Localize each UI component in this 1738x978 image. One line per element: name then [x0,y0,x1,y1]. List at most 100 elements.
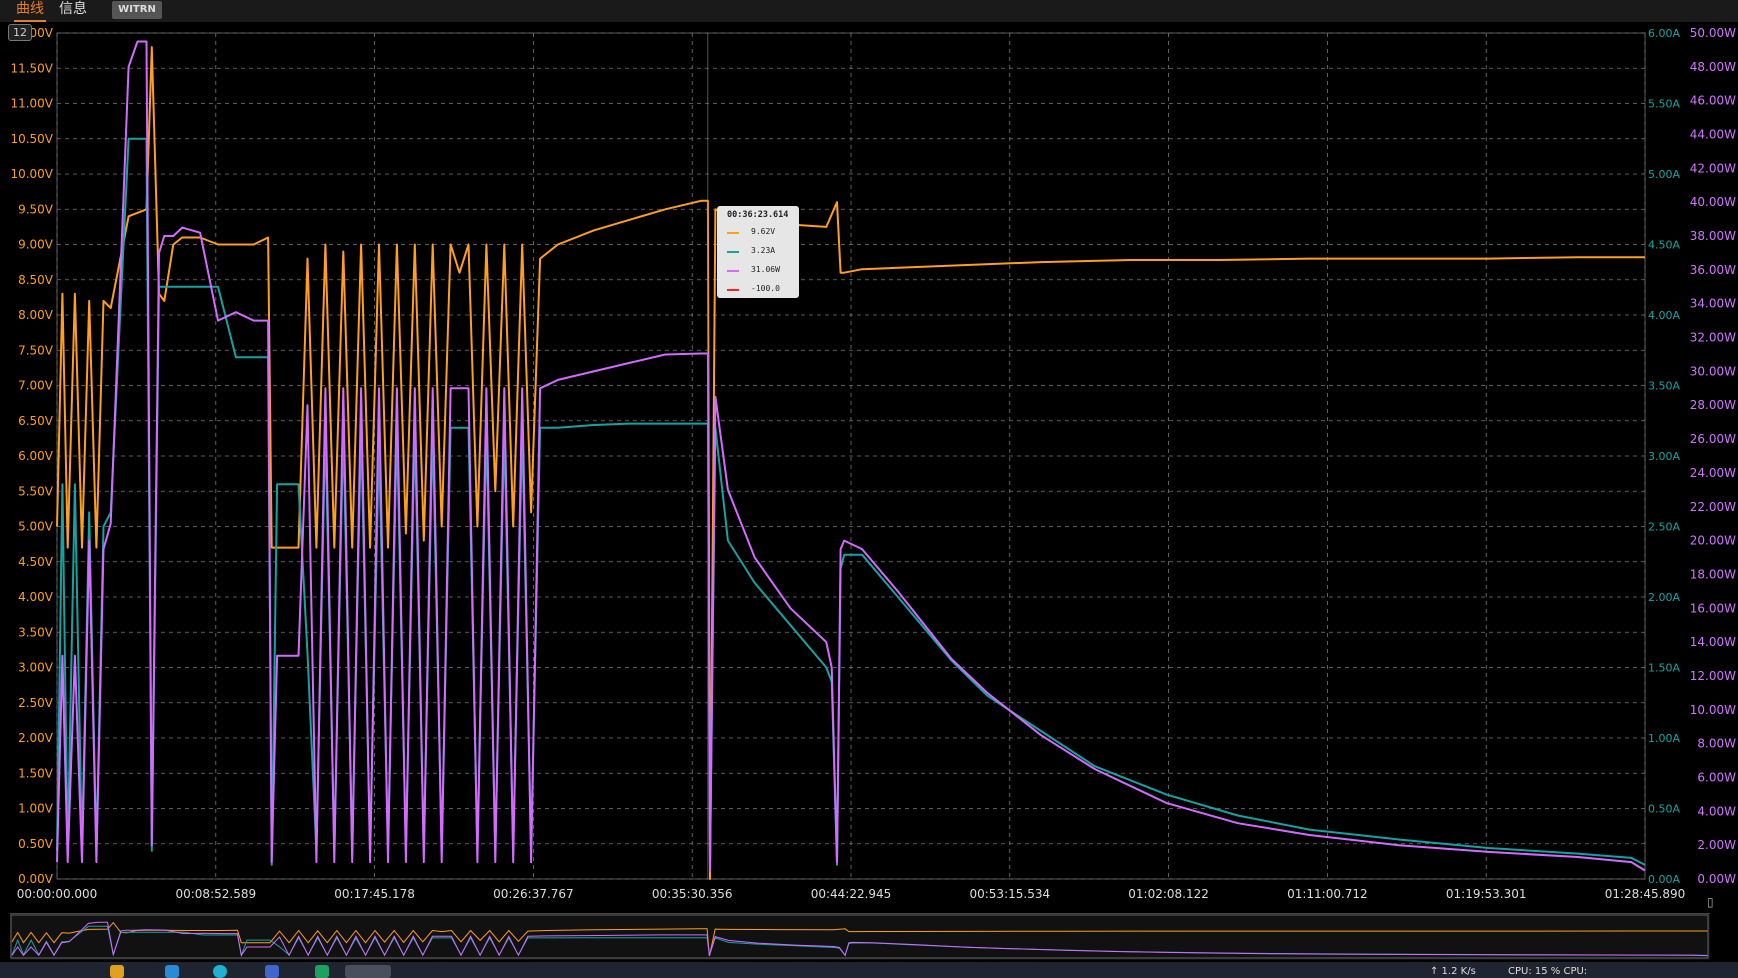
dp-swatch-icon [727,289,739,291]
y-right-power-tick-label: 18.00W [1690,567,1736,581]
network-speed: ↑ 1.2 K/s [1430,966,1476,977]
y-right-power-tick-label: 4.00W [1697,804,1736,818]
y-right-current-tick-label: 5.50A [1648,98,1680,111]
y-left-tick-label: 0.50V [18,837,54,851]
y-right-current-tick-label: 6.00A [1648,27,1680,40]
y-right-power-tick-label: 32.00W [1690,331,1736,345]
value-tooltip: 00:36:23.614 9.62V 3.23A 31.06W -100.0 [717,206,799,298]
tooltip-current-value: 3.23A [751,246,776,255]
y-right-power-tick-label: 44.00W [1690,128,1736,142]
current-swatch-icon [727,251,739,253]
tooltip-row-current: 3.23A [727,246,797,258]
x-tick-label: 01:19:53.301 [1446,887,1527,901]
y-right-current-tick-label: 1.50A [1648,662,1680,675]
x-tick-label: 00:00:00.000 [17,887,98,901]
y-left-tick-label: 8.00V [18,308,54,322]
tab-info[interactable]: 信息 [57,0,89,20]
y-right-power-tick-label: 16.00W [1690,601,1736,615]
y-right-power-tick-label: 20.00W [1690,534,1736,548]
y-right-current-tick-label: 2.50A [1648,521,1680,534]
y-right-current-tick-label: 0.50A [1648,803,1680,816]
y-left-tick-label: 5.50V [18,484,54,498]
y-left-tick-label: 6.50V [18,414,54,428]
chart-area[interactable]: 12.00V11.50V11.00V10.50V10.00V9.50V9.00V… [0,22,1738,910]
y-right-power-tick-label: 2.00W [1697,838,1736,852]
y-right-current-tick-label: 2.00A [1648,591,1680,604]
browser-icon[interactable] [213,965,227,978]
tooltip-time: 00:36:23.614 [727,210,789,220]
y-right-power-tick-label: 48.00W [1690,60,1736,74]
y-right-power-tick-label: 8.00W [1697,737,1736,751]
x-tick-label: 00:08:52.589 [175,887,256,901]
chart-grid [56,32,1646,880]
page-badge[interactable]: 12 [8,24,32,41]
y-left-tick-label: 9.50V [18,202,54,216]
y-left-tick-label: 1.00V [18,802,54,816]
top-bar: 曲线 信息 WITRN [0,0,1738,22]
y-right-power-tick-label: 22.00W [1690,500,1736,514]
tooltip-dp-value: -100.0 [751,284,780,293]
y-right-power-tick-label: 34.00W [1690,297,1736,311]
y-left-tick-label: 11.50V [10,61,53,75]
active-app-icon[interactable] [345,965,391,978]
y-right-power-tick-label: 38.00W [1690,229,1736,243]
y-right-power-tick-label: 46.00W [1690,94,1736,108]
y-left-tick-label: 2.50V [18,696,54,710]
y-right-current-tick-label: 4.00A [1648,309,1680,322]
y-left-tick-label: 9.00V [18,238,54,252]
y-right-power-tick-label: 28.00W [1690,398,1736,412]
x-tick-label: 00:44:22.945 [811,887,892,901]
y-right-power-tick-label: 12.00W [1690,669,1736,683]
y-right-current-tick-label: 3.50A [1648,380,1680,393]
y-right-power-tick-label: 42.00W [1690,161,1736,175]
y-right-power-tick-label: 26.00W [1690,432,1736,446]
x-tick-label: 01:02:08.122 [1128,887,1209,901]
x-tick-label: 00:35:30.356 [652,887,733,901]
y-left-tick-label: 8.50V [18,273,54,287]
taskbar: ↑ 1.2 K/s CPU: 15 % CPU: [0,962,1738,978]
overview-navigator[interactable] [10,913,1710,960]
y-left-tick-label: 7.00V [18,379,54,393]
y-left-tick-label: 10.00V [10,167,53,181]
overview-line-power [11,921,1709,957]
folder-icon[interactable] [110,965,124,978]
y-right-power-tick-label: 0.00W [1697,872,1736,886]
y-left-tick-label: 4.00V [18,590,54,604]
y-right-current-tick-label: 4.50A [1648,239,1680,252]
x-tick-label: 00:26:37.767 [493,887,574,901]
y-right-power-tick-label: 6.00W [1697,770,1736,784]
x-tick-label: 01:28:45.890 [1605,887,1686,901]
y-left-tick-label: 7.50V [18,343,54,357]
voltage-swatch-icon [727,232,739,234]
y-left-tick-label: 5.00V [18,520,54,534]
expand-icon[interactable]: ▯ [1707,895,1729,913]
tooltip-row-dp: -100.0 [727,284,797,296]
brand-badge: WITRN [112,1,162,19]
y-left-tick-label: 2.00V [18,731,54,745]
x-tick-label: 00:53:15.534 [969,887,1050,901]
y-right-power-tick-label: 24.00W [1690,466,1736,480]
y-right-current-tick-label: 0.00A [1648,873,1680,886]
x-tick-label: 00:17:45.178 [334,887,415,901]
y-left-tick-label: 3.00V [18,661,54,675]
y-left-tick-label: 6.00V [18,449,54,463]
y-right-current-tick-label: 3.00A [1648,450,1680,463]
y-right-power-tick-label: 50.00W [1690,26,1736,40]
y-right-power-tick-label: 30.00W [1690,364,1736,378]
tab-curve[interactable]: 曲线 [14,0,46,22]
y-left-tick-label: 11.00V [10,97,53,111]
y-left-tick-label: 4.50V [18,555,54,569]
y-left-tick-label: 3.50V [18,625,54,639]
cpu-usage: CPU: 15 % CPU: [1508,966,1588,977]
document-icon[interactable] [265,965,279,978]
spreadsheet-icon[interactable] [315,965,329,978]
app-icon[interactable] [165,965,179,978]
y-left-tick-label: 1.50V [18,766,54,780]
y-right-current-tick-label: 1.00A [1648,732,1680,745]
overview-line-voltage [11,921,1708,957]
y-right-current-tick-label: 5.00A [1648,168,1680,181]
y-right-power-tick-label: 14.00W [1690,635,1736,649]
y-left-tick-label: 0.00V [18,872,54,886]
overview-window [10,914,1709,959]
y-right-power-tick-label: 10.00W [1690,703,1736,717]
